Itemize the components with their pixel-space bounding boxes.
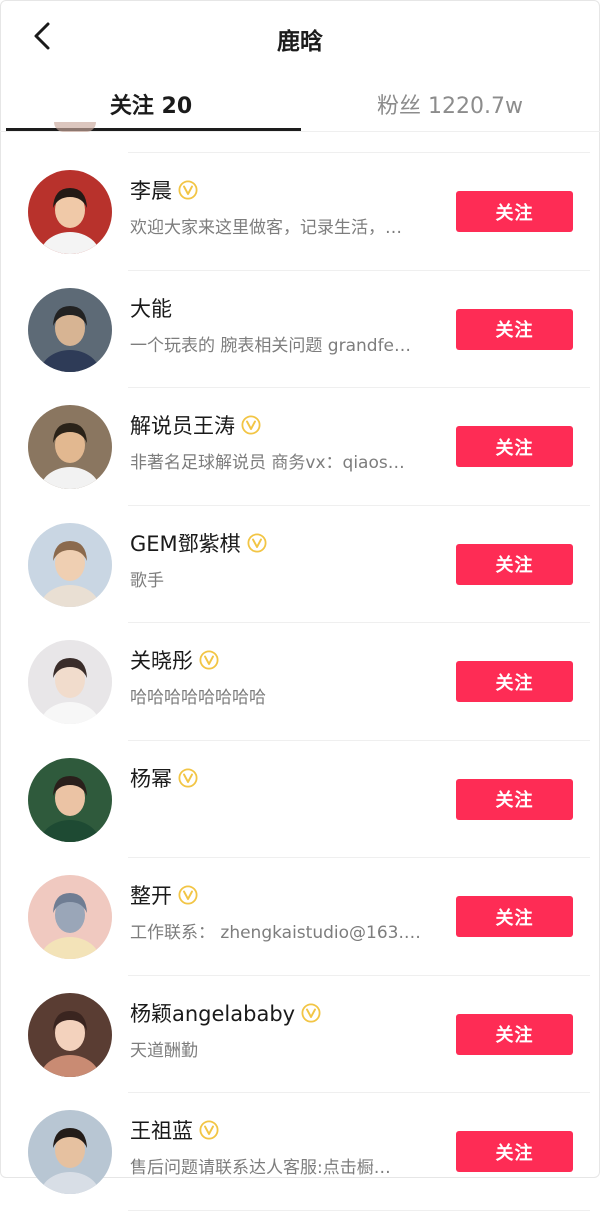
list-item[interactable]: 杨颖angelababy 天道酬勤 关注	[0, 976, 600, 1093]
user-name[interactable]: 杨颖angelababy	[130, 998, 295, 1028]
verified-badge-icon	[178, 767, 198, 788]
user-bio: 欢迎大家来这里做客，记录生活，…	[130, 218, 402, 238]
list-item[interactable]: 大能一个玩表的 腕表相关问题 grandfe… 关注	[0, 271, 600, 388]
verified-badge-icon	[199, 1120, 219, 1140]
name-line: 关晓彤	[130, 645, 219, 675]
avatar[interactable]	[28, 875, 112, 959]
avatar[interactable]	[28, 757, 112, 842]
user-bio: 天道酬勤	[130, 1040, 198, 1061]
user-name[interactable]: 大能	[130, 293, 172, 323]
verified-badge-icon	[247, 532, 267, 553]
name-line: 杨颖angelababy	[130, 998, 321, 1028]
tab-following[interactable]: 关注 20	[0, 86, 302, 122]
user-name[interactable]: GEM鄧紫棋	[130, 528, 241, 558]
avatar[interactable]	[28, 405, 112, 489]
avatar[interactable]	[28, 640, 112, 724]
verified-badge-icon	[199, 650, 219, 670]
verified-badge-icon	[178, 180, 198, 200]
avatar[interactable]	[28, 1110, 112, 1194]
verified-badge-icon	[241, 415, 261, 435]
follow-button[interactable]: 关注	[456, 1131, 573, 1172]
user-name[interactable]: 整开	[130, 880, 172, 910]
verified-badge-icon	[178, 885, 198, 905]
tab-fans[interactable]: 粉丝 1220.7w	[300, 86, 600, 122]
user-name[interactable]: 杨幂	[130, 763, 172, 793]
nav-bar: 鹿晗	[0, 0, 600, 74]
list-item[interactable]: 李晨欢迎大家来这里做客，记录生活，… 关注	[0, 153, 600, 271]
follow-button[interactable]: 关注	[456, 778, 573, 820]
list-item[interactable]: 王祖蓝售后问题请联系达人客服:点击橱… 关注	[0, 1093, 600, 1211]
name-line: 大能	[130, 293, 172, 323]
user-bio: 售后问题请联系达人客服:点击橱…	[130, 1158, 391, 1178]
list-item[interactable]: 整开工作联系： zhengkaistudio@163.… 关注	[0, 858, 600, 976]
list-item[interactable]: GEM鄧紫棋歌手 关注	[0, 506, 600, 623]
follow-button[interactable]: 关注	[456, 308, 573, 350]
avatar[interactable]	[28, 170, 112, 254]
follow-button[interactable]: 关注	[456, 661, 573, 702]
user-bio: 一个玩表的 腕表相关问题 grandfe…	[130, 335, 412, 356]
name-line: 整开	[130, 880, 198, 910]
follow-button[interactable]: 关注	[456, 543, 573, 585]
partially-visible-avatar	[54, 122, 96, 132]
user-bio: 哈哈哈哈哈哈哈哈	[130, 688, 266, 708]
follow-button[interactable]: 关注	[456, 191, 573, 232]
name-line: 王祖蓝	[130, 1115, 219, 1145]
user-bio: 歌手	[130, 570, 164, 591]
following-list: 李晨 欢迎大家来这里做客，记录生活，… 关注 大能 一个玩表的 腕表相关问题 grand…	[0, 153, 600, 1211]
name-line: 杨幂	[130, 763, 198, 793]
name-line: GEM鄧紫棋	[130, 528, 267, 558]
avatar[interactable]	[28, 522, 112, 607]
follow-button[interactable]: 关注	[456, 1013, 573, 1055]
list-item[interactable]: 关晓彤哈哈哈哈哈哈哈哈 关注	[0, 623, 600, 741]
follow-button[interactable]: 关注	[456, 426, 573, 467]
row-divider	[128, 1209, 590, 1211]
avatar[interactable]	[28, 287, 112, 372]
name-line: 李晨	[130, 175, 198, 205]
user-name[interactable]: 李晨	[130, 175, 172, 205]
name-line: 解说员王涛	[130, 410, 261, 440]
avatar[interactable]	[28, 992, 112, 1077]
user-bio: 非著名足球解说员 商务vx：qiaos…	[130, 453, 405, 473]
list-item[interactable]: 解说员王涛非著名足球解说员 商务vx：qiaos… 关注	[0, 388, 600, 506]
follow-button[interactable]: 关注	[456, 896, 573, 937]
user-name[interactable]: 王祖蓝	[130, 1115, 193, 1145]
verified-badge-icon	[301, 1002, 321, 1023]
user-name[interactable]: 关晓彤	[130, 645, 193, 675]
user-name[interactable]: 解说员王涛	[130, 410, 235, 440]
list-item[interactable]: 杨幂关注	[0, 741, 600, 858]
page-title: 鹿晗	[277, 29, 323, 55]
user-bio: 工作联系： zhengkaistudio@163.…	[130, 923, 421, 943]
